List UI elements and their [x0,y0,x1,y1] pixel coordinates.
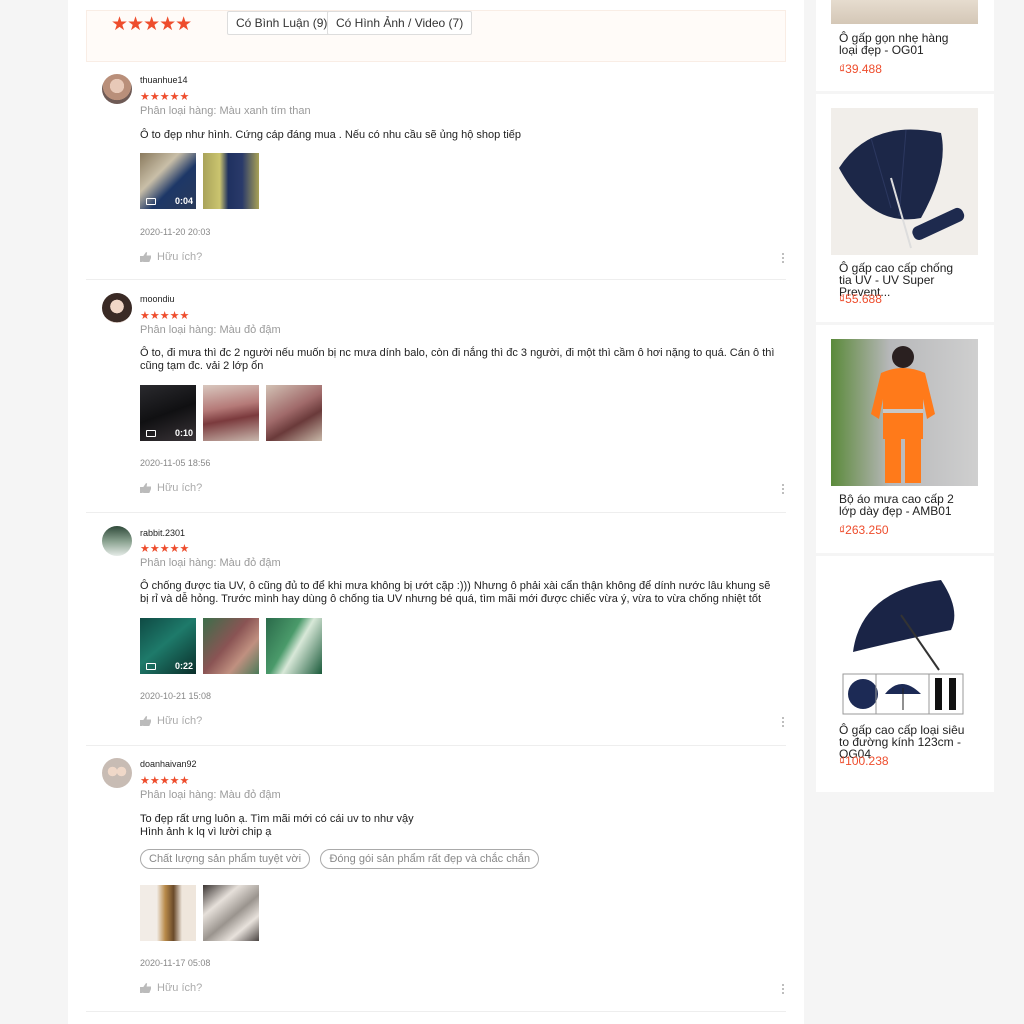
product-card[interactable]: Ô gấp gọn nhẹ hàng loại đẹp - OG01 ₫39.4… [816,0,994,91]
avatar[interactable] [102,758,132,788]
product-card[interactable]: Ô gấp cao cấp loại siêu to đường kính 12… [816,556,994,792]
product-card[interactable]: Ô gấp cao cấp chống tia UV - UV Super Pr… [816,94,994,322]
review-tags: Chất lượng sản phẩm tuyệt vời Đóng gói s… [140,849,545,869]
review-media: 0:10 [140,385,322,441]
umbrella-image [831,108,978,255]
product-image [831,0,978,24]
review-username[interactable]: doanhaivan92 [140,759,197,769]
rating-stars: ★★★★★ [111,13,192,35]
avatar[interactable] [102,74,132,104]
review-content: Ô to đẹp như hình. Cứng cáp đáng mua . N… [140,129,522,141]
review-username[interactable]: thuanhue14 [140,75,188,85]
review-media [140,885,259,941]
thumbs-up-icon [140,483,151,493]
filter-with-comments-button[interactable]: Có Bình Luận (9) [227,11,337,35]
product-name: Bộ áo mưa cao cấp 2 lớp dày đẹp - AMB01 [839,492,954,518]
review-content: Ô to, đi mưa thì đc 2 người nếu muốn bị … [140,347,775,372]
helpful-label: Hữu ích? [157,715,203,727]
review-image-thumbnail[interactable] [203,885,259,941]
video-camera-icon [146,430,156,437]
review-image-thumbnail[interactable] [266,618,322,674]
review-rating-stars: ★★★★★ [140,774,190,787]
review-content: To đẹp rất ưng luôn ạ. Tìm mãi mới có cá… [140,813,780,839]
video-duration: 0:04 [174,196,193,206]
review-video-thumbnail[interactable]: 0:22 [140,618,196,674]
review-username[interactable]: rabbit.2301 [140,528,185,538]
review-date: 2020-11-20 20:03 [140,227,211,237]
product-card[interactable]: Bộ áo mưa cao cấp 2 lớp dày đẹp - AMB01 … [816,325,994,553]
video-camera-icon [146,663,156,670]
product-image [831,339,978,486]
review-video-thumbnail[interactable]: 0:10 [140,385,196,441]
review-tag: Đóng gói sản phẩm rất đẹp và chắc chắn [320,849,540,869]
review-item: doanhaivan92 ★★★★★ Phân loại hàng: Màu đ… [86,746,786,1012]
product-image [831,570,978,717]
review-image-thumbnail[interactable] [203,618,259,674]
review-date: 2020-11-17 05:08 [140,958,211,968]
avatar[interactable] [102,293,132,323]
product-price: ₫55.688 [839,292,882,306]
product-price: ₫263.250 [839,523,889,537]
helpful-label: Hữu ích? [157,982,203,994]
more-options-icon[interactable] [782,253,786,263]
helpful-button[interactable]: Hữu ích? [140,251,202,263]
product-image [831,108,978,255]
review-rating-stars: ★★★★★ [140,542,190,555]
helpful-label: Hữu ích? [157,251,203,263]
review-item: thuanhue14 ★★★★★ Phân loại hàng: Màu xan… [86,62,786,280]
review-image-thumbnail[interactable] [203,385,259,441]
review-variation: Phân loại hàng: Màu đỏ đậm [140,324,281,336]
helpful-label: Hữu ích? [157,482,203,494]
thumbs-up-icon [140,716,151,726]
helpful-button[interactable]: Hữu ích? [140,482,202,494]
review-rating-stars: ★★★★★ [140,309,190,322]
product-price: ₫100.238 [839,754,889,768]
folding-umbrella-image [842,580,964,715]
review-image-thumbnail[interactable] [266,385,322,441]
product-price: ₫39.488 [839,62,882,76]
video-duration: 0:10 [174,428,193,438]
review-date: 2020-11-05 18:56 [140,458,211,468]
review-variation: Phân loại hàng: Màu đỏ đậm [140,557,281,569]
raincoat-image [871,346,935,483]
review-variation: Phân loại hàng: Màu đỏ đậm [140,789,281,801]
rating-filter-box: ★★★★★ Có Bình Luận (9) Có Hình Ảnh / Vid… [86,10,786,62]
video-duration: 0:22 [174,661,193,671]
reviews-panel: ★★★★★ Có Bình Luận (9) Có Hình Ảnh / Vid… [68,0,804,1024]
review-image-thumbnail[interactable] [140,885,196,941]
thumbs-up-icon [140,983,151,993]
avatar[interactable] [102,526,132,556]
review-image-thumbnail[interactable] [203,153,259,209]
review-video-thumbnail[interactable]: 0:04 [140,153,196,209]
review-username[interactable]: moondiu [140,294,175,304]
review-item: rabbit.2301 ★★★★★ Phân loại hàng: Màu đỏ… [86,514,786,746]
review-tag: Chất lượng sản phẩm tuyệt vời [140,849,311,869]
review-media: 0:22 [140,618,322,674]
thumbs-up-icon [140,252,151,262]
review-content-line: To đẹp rất ưng luôn ạ. Tìm mãi mới có cá… [140,813,414,825]
review-content-line: Hình ảnh k lq vì lười chip ạ [140,826,272,838]
more-options-icon[interactable] [782,984,786,994]
review-content: Ô chống được tia UV, ô cũng đủ to để khi… [140,580,771,605]
video-camera-icon [146,198,156,205]
product-name: Ô gấp gọn nhẹ hàng loại đẹp - OG01 [839,31,949,57]
more-options-icon[interactable] [782,484,786,494]
review-media: 0:04 [140,153,259,209]
helpful-button[interactable]: Hữu ích? [140,982,202,994]
review-rating-stars: ★★★★★ [140,90,190,103]
review-date: 2020-10-21 15:08 [140,691,212,701]
helpful-button[interactable]: Hữu ích? [140,715,202,727]
filter-with-media-button[interactable]: Có Hình Ảnh / Video (7) [327,11,473,35]
review-variation: Phân loại hàng: Màu xanh tím than [140,105,311,117]
more-options-icon[interactable] [782,717,786,727]
review-item: moondiu ★★★★★ Phân loại hàng: Màu đỏ đậm… [86,281,786,513]
